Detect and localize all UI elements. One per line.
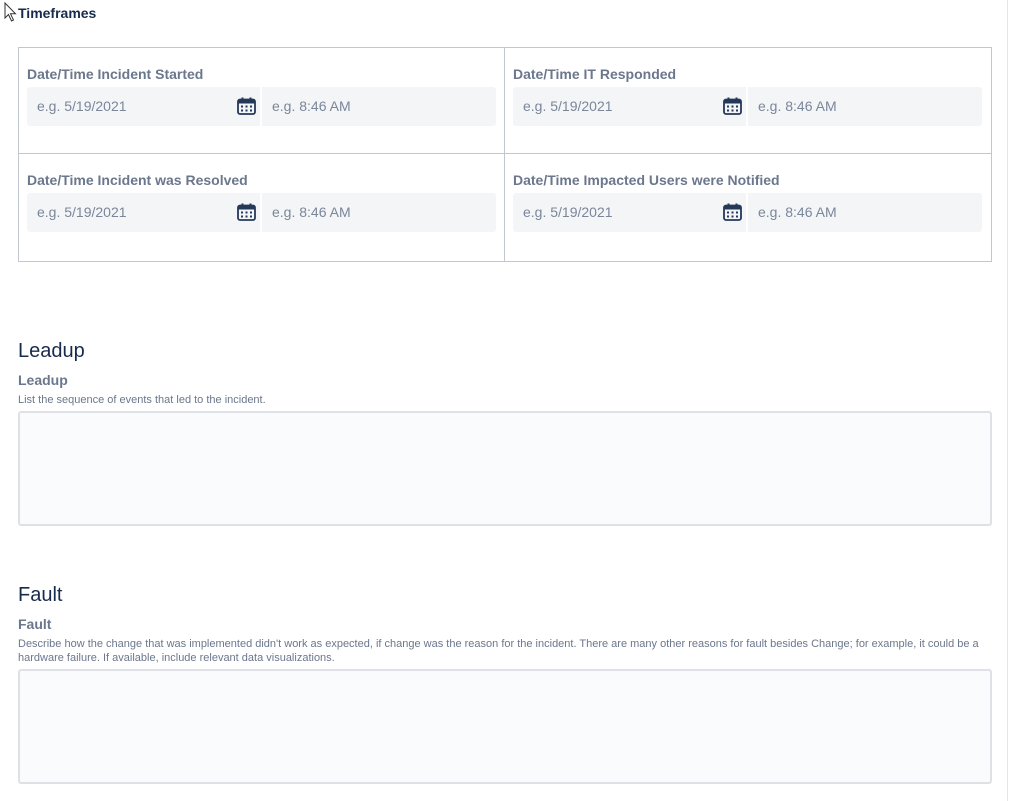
calendar-icon[interactable] [723,203,742,221]
timeframe-incident-started: Date/Time Incident Started e.g. 5/19/202… [19,48,505,154]
timeframe-incident-resolved: Date/Time Incident was Resolved e.g. 5/1… [19,154,505,261]
leadup-label: Leadup [18,372,68,388]
mouse-pointer-icon [4,2,17,22]
time-placeholder: e.g. 8:46 AM [272,98,351,114]
page-right-border [1007,0,1008,801]
field-label: Date/Time Incident Started [27,66,204,82]
date-placeholder: e.g. 5/19/2021 [523,98,613,114]
timeframe-it-responded: Date/Time IT Responded e.g. 5/19/2021 e.… [505,48,991,154]
date-input[interactable]: e.g. 5/19/2021 [513,193,746,232]
datetime-input-group: e.g. 5/19/2021 e.g. 8:46 AM [513,87,982,126]
time-input[interactable]: e.g. 8:46 AM [262,193,496,232]
timeframe-users-notified: Date/Time Impacted Users were Notified e… [505,154,991,261]
datetime-input-group: e.g. 5/19/2021 e.g. 8:46 AM [513,193,982,232]
date-input[interactable]: e.g. 5/19/2021 [27,193,260,232]
time-input[interactable]: e.g. 8:46 AM [748,87,982,126]
field-label: Date/Time IT Responded [513,66,677,82]
calendar-icon[interactable] [723,97,742,115]
leadup-help-text: List the sequence of events that led to … [18,394,266,406]
fault-help-text: Describe how the change that was impleme… [18,638,979,664]
field-label: Date/Time Incident was Resolved [27,172,248,188]
date-input[interactable]: e.g. 5/19/2021 [27,87,260,126]
date-placeholder: e.g. 5/19/2021 [37,204,127,220]
datetime-input-group: e.g. 5/19/2021 e.g. 8:46 AM [27,87,496,126]
fault-textarea[interactable] [18,669,992,784]
time-input[interactable]: e.g. 8:46 AM [748,193,982,232]
timeframes-title: Timeframes [18,5,97,21]
datetime-input-group: e.g. 5/19/2021 e.g. 8:46 AM [27,193,496,232]
fault-label: Fault [18,616,52,632]
date-placeholder: e.g. 5/19/2021 [523,204,613,220]
time-placeholder: e.g. 8:46 AM [272,204,351,220]
fault-heading: Fault [18,584,63,606]
field-label: Date/Time Impacted Users were Notified [513,172,780,188]
time-placeholder: e.g. 8:46 AM [758,204,837,220]
leadup-textarea[interactable] [18,411,992,526]
timeframes-grid: Date/Time Incident Started e.g. 5/19/202… [18,47,992,262]
calendar-icon[interactable] [237,97,256,115]
time-input[interactable]: e.g. 8:46 AM [262,87,496,126]
calendar-icon[interactable] [237,203,256,221]
date-input[interactable]: e.g. 5/19/2021 [513,87,746,126]
time-placeholder: e.g. 8:46 AM [758,98,837,114]
leadup-heading: Leadup [18,340,85,362]
date-placeholder: e.g. 5/19/2021 [37,98,127,114]
